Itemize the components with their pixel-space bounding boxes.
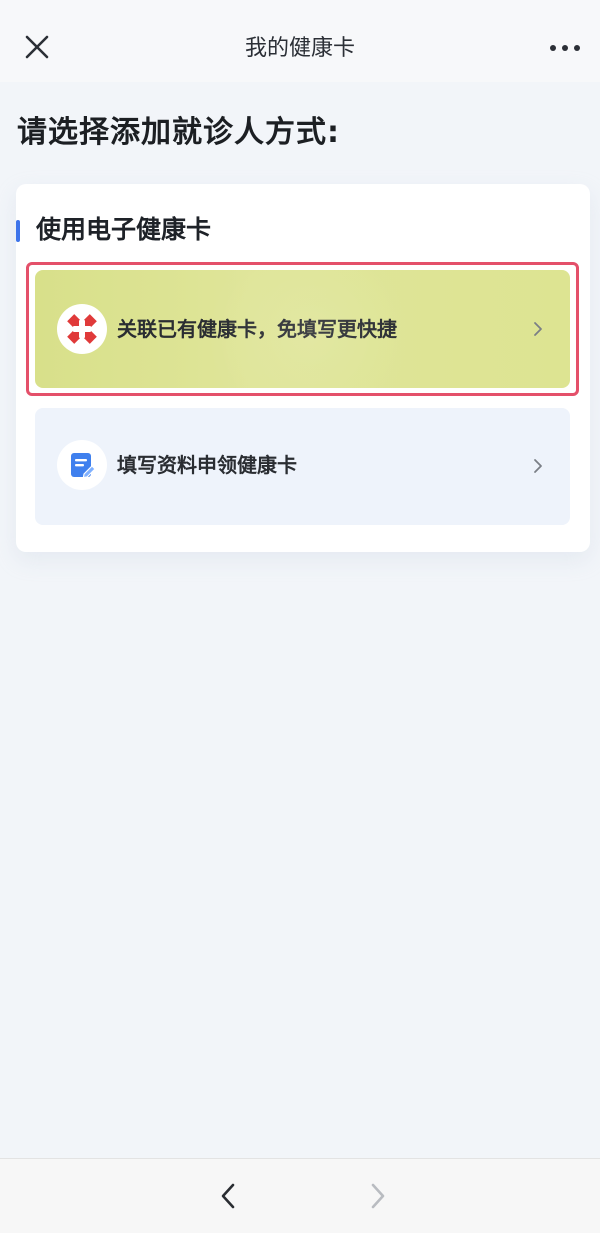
chevron-right-icon[interactable]	[366, 1181, 390, 1211]
health-card-panel: 使用电子健康卡 关联已有健康卡，免填写更快捷 填写资料申领健康卡	[16, 184, 590, 552]
section-title: 使用电子健康卡	[36, 215, 212, 244]
browser-nav-bar	[0, 1158, 600, 1233]
section-accent-bar	[16, 220, 20, 242]
highlight-frame	[26, 262, 579, 396]
selection-prompt: 请选择添加就诊人方式:	[17, 115, 340, 150]
apply-new-card-option[interactable]: 填写资料申领健康卡	[35, 408, 570, 525]
top-bar: 我的健康卡	[0, 0, 600, 82]
more-dots-icon[interactable]	[548, 40, 582, 56]
option-label: 填写资料申领健康卡	[117, 453, 297, 477]
form-edit-icon	[57, 440, 107, 490]
chevron-right-icon	[534, 459, 542, 473]
page-title: 我的健康卡	[244, 36, 355, 61]
chevron-left-icon[interactable]	[216, 1181, 240, 1211]
